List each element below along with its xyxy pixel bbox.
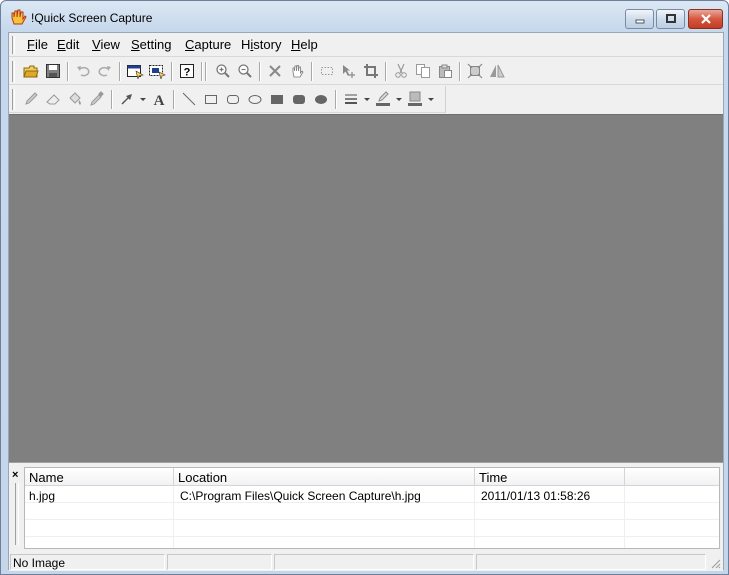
toolbar-separator — [335, 90, 337, 109]
maximize-icon — [665, 14, 676, 23]
svg-text:A: A — [154, 93, 165, 107]
resize-grip-icon[interactable] — [709, 557, 721, 569]
arrow-tool-icon[interactable] — [117, 89, 137, 109]
undo-icon[interactable] — [73, 61, 93, 81]
flip-icon[interactable] — [487, 61, 507, 81]
menu-help[interactable]: Help — [289, 37, 320, 52]
menu-bar: File Edit View Setting Capture History H… — [9, 33, 723, 57]
zoom-out-icon[interactable] — [235, 61, 255, 81]
app-window: !Quick Screen Capture File Edit View Set… — [0, 0, 729, 575]
capture-region-icon[interactable] — [147, 61, 167, 81]
eyedropper-icon[interactable] — [87, 89, 107, 109]
column-header-time[interactable]: Time — [475, 470, 507, 485]
redo-icon[interactable] — [95, 61, 115, 81]
window-title: !Quick Screen Capture — [31, 11, 153, 25]
menu-view[interactable]: View — [90, 37, 122, 52]
close-icon — [700, 14, 711, 24]
pencil-icon[interactable] — [21, 89, 41, 109]
status-pane — [167, 554, 272, 570]
toolbar-separator — [173, 90, 175, 109]
minimize-icon — [635, 19, 644, 24]
column-header-location[interactable]: Location — [174, 470, 227, 485]
select-rect-icon[interactable] — [317, 61, 337, 81]
filled-rounded-rect-icon[interactable] — [289, 89, 309, 109]
menu-capture[interactable]: Capture — [183, 37, 233, 52]
line-color-icon[interactable] — [373, 89, 393, 109]
client-area: File Edit View Setting Capture History H… — [8, 32, 724, 571]
line-width-icon[interactable] — [341, 89, 361, 109]
arrow-dropdown-icon[interactable] — [140, 98, 146, 101]
paste-icon[interactable] — [435, 61, 455, 81]
main-toolbar: ? — [9, 58, 723, 85]
cell-name: h.jpg — [29, 489, 56, 503]
toolbar-grip[interactable] — [12, 61, 15, 82]
filled-ellipse-icon[interactable] — [311, 89, 331, 109]
image-canvas[interactable] — [9, 114, 723, 462]
open-icon[interactable] — [21, 61, 41, 81]
rounded-rect-icon[interactable] — [223, 89, 243, 109]
toolbar-separator — [67, 62, 69, 81]
toolbar-separator — [111, 90, 113, 109]
zoom-in-icon[interactable] — [213, 61, 233, 81]
eraser-icon[interactable] — [43, 89, 63, 109]
maximize-button[interactable] — [656, 9, 685, 29]
menu-history[interactable]: History — [239, 37, 283, 52]
panel-close-icon[interactable]: × — [12, 469, 18, 481]
minimize-button[interactable] — [625, 9, 654, 29]
line-width-dropdown-icon[interactable] — [364, 98, 370, 101]
status-pane — [476, 554, 706, 570]
menu-file[interactable]: File — [25, 37, 50, 52]
ellipse-icon[interactable] — [245, 89, 265, 109]
title-bar[interactable]: !Quick Screen Capture — [1, 1, 728, 33]
help-icon[interactable]: ? — [177, 61, 197, 81]
toolbar-grip[interactable] — [12, 89, 15, 110]
fill-color-dropdown-icon[interactable] — [428, 98, 434, 101]
status-pane — [274, 554, 474, 570]
list-header: Name Location Time — [25, 468, 719, 486]
toolbar-separator — [385, 62, 387, 81]
resize-icon[interactable] — [465, 61, 485, 81]
cell-location: C:\Program Files\Quick Screen Capture\h.… — [180, 489, 421, 503]
save-icon[interactable] — [43, 61, 63, 81]
history-list[interactable]: Name Location Time h.jpg C:\Program File… — [24, 467, 720, 549]
menubar-grip[interactable] — [12, 36, 15, 54]
status-bar: No Image — [9, 552, 723, 571]
drawing-toolbar: A — [9, 86, 446, 113]
rectangle-icon[interactable] — [201, 89, 221, 109]
close-button[interactable] — [688, 9, 723, 29]
table-row-empty — [25, 521, 719, 537]
hand-icon[interactable] — [9, 9, 27, 25]
cut-icon[interactable] — [391, 61, 411, 81]
hand-pan-icon[interactable] — [287, 61, 307, 81]
toolbar-separator — [171, 62, 173, 81]
svg-text:?: ? — [184, 67, 191, 79]
cell-time: 2011/01/13 01:58:26 — [481, 489, 591, 503]
panel-grip[interactable] — [15, 483, 19, 545]
menu-edit[interactable]: Edit — [55, 37, 81, 52]
text-tool-icon[interactable]: A — [149, 89, 169, 109]
toolbar-separator — [459, 62, 461, 81]
menu-setting[interactable]: Setting — [129, 37, 173, 52]
toolbar-separator — [311, 62, 313, 81]
status-text: No Image — [10, 554, 165, 570]
delete-icon[interactable] — [265, 61, 285, 81]
column-divider[interactable] — [624, 468, 625, 486]
copy-icon[interactable] — [413, 61, 433, 81]
capture-window-icon[interactable] — [125, 61, 145, 81]
move-icon[interactable] — [339, 61, 359, 81]
fill-icon[interactable] — [65, 89, 85, 109]
toolbar-separator — [119, 62, 121, 81]
table-row[interactable]: h.jpg C:\Program Files\Quick Screen Capt… — [25, 487, 719, 503]
toolbar-separator — [259, 62, 261, 81]
history-panel: × Name Location Time h.jpg C:\Program Fi… — [9, 462, 723, 550]
toolbar-separator — [205, 62, 207, 81]
column-header-name[interactable]: Name — [25, 470, 64, 485]
table-row-empty — [25, 504, 719, 520]
line-icon[interactable] — [179, 89, 199, 109]
toolbar-separator — [201, 62, 203, 81]
line-color-dropdown-icon[interactable] — [396, 98, 402, 101]
filled-rect-icon[interactable] — [267, 89, 287, 109]
crop-icon[interactable] — [361, 61, 381, 81]
fill-color-icon[interactable] — [405, 89, 425, 109]
